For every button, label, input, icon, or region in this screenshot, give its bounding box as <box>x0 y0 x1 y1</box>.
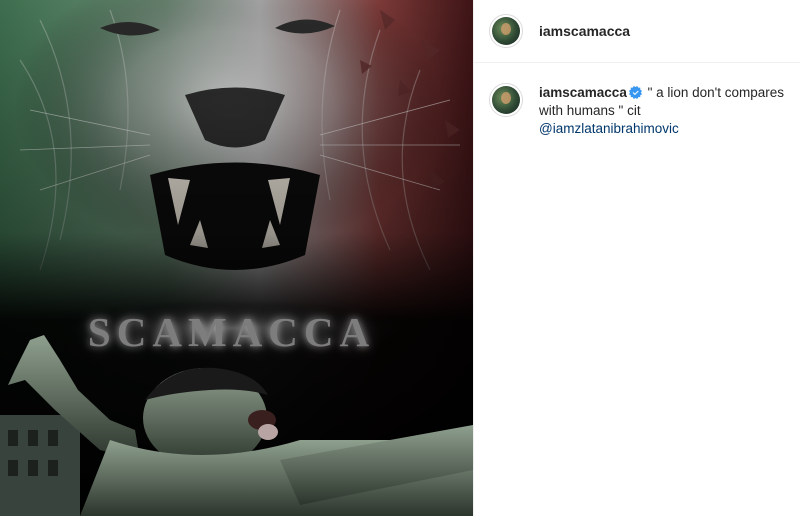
verified-badge-icon <box>628 86 642 99</box>
profile-photo-icon <box>492 17 520 45</box>
caption-username[interactable]: iamscamacca <box>539 85 627 100</box>
caption-mention-link[interactable]: @iamzlatanibrahimovic <box>539 121 679 136</box>
post-side-panel: iamscamacca iamscamacca " a lion don't c… <box>473 0 800 516</box>
avatar[interactable] <box>489 14 523 48</box>
poster-title: SCAMACCA <box>87 309 376 355</box>
post-header: iamscamacca <box>474 0 800 63</box>
caption-body: iamscamacca " a lion don't compares with… <box>539 84 785 138</box>
lion-poster-image <box>0 0 473 516</box>
caption-avatar[interactable] <box>489 83 523 117</box>
post-image[interactable]: SCAMACCA <box>0 0 473 516</box>
header-username[interactable]: iamscamacca <box>539 23 630 39</box>
post-caption: iamscamacca " a lion don't compares with… <box>474 63 800 138</box>
profile-photo-icon <box>492 86 520 114</box>
